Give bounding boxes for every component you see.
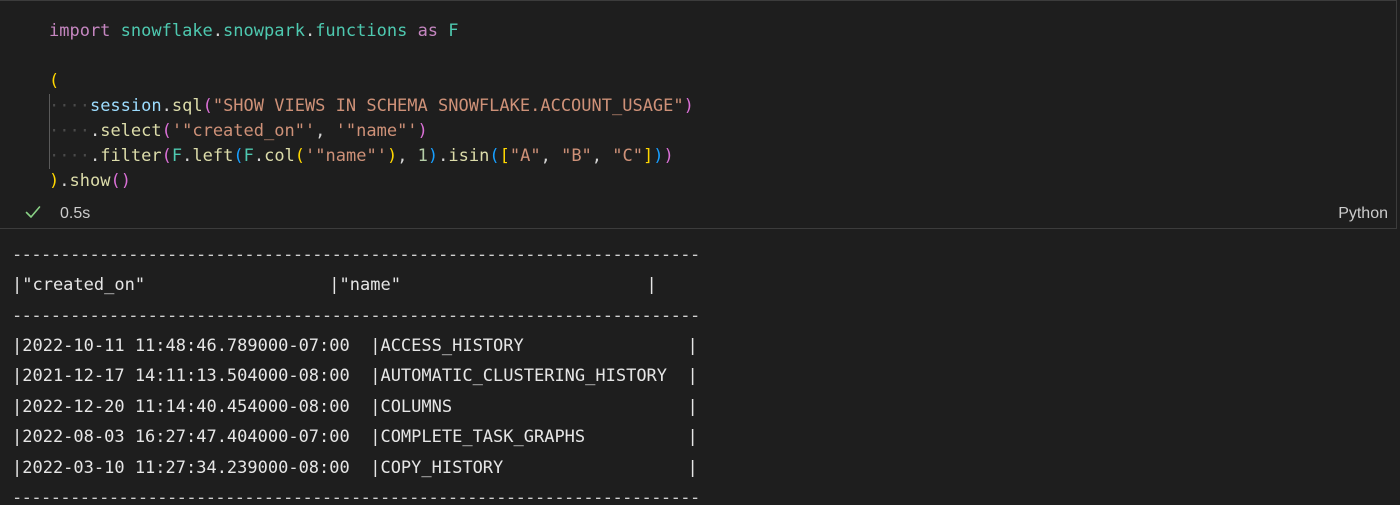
code-token: sql xyxy=(171,96,203,116)
code-token: . xyxy=(212,21,224,41)
code-token: . xyxy=(182,146,193,166)
code-token: "SHOW VIEWS IN SCHEMA SNOWFLAKE.ACCOUNT_… xyxy=(212,96,684,116)
table-separator-bottom: ----------------------------------------… xyxy=(12,488,700,505)
cell-status-bar: 0.5s Python xyxy=(0,201,1396,227)
code-token: ( xyxy=(202,96,213,116)
code-token: ( xyxy=(233,146,244,166)
code-editor[interactable]: import snowflake.snowpark.functions as F… xyxy=(49,19,694,194)
code-token: . xyxy=(59,171,70,191)
code-token: . xyxy=(89,146,101,166)
code-token: isin xyxy=(448,146,490,166)
code-token: , xyxy=(591,146,613,166)
code-token: ( xyxy=(49,71,60,91)
check-icon xyxy=(24,203,42,221)
code-token: select xyxy=(100,121,162,141)
code-token: '"name"' xyxy=(335,121,418,141)
code-token: session xyxy=(89,96,162,116)
code-token: "B" xyxy=(561,146,592,166)
notebook-code-cell[interactable]: import snowflake.snowpark.functions as F… xyxy=(0,0,1397,229)
code-token: ) xyxy=(427,146,439,166)
code-token: F xyxy=(171,146,183,166)
code-token: F xyxy=(448,21,459,41)
code-token: show xyxy=(69,171,111,191)
code-token: ) xyxy=(417,121,428,141)
whitespace-marker: ···· xyxy=(49,146,90,166)
code-token: functions xyxy=(315,21,408,41)
code-token: snowflake xyxy=(120,21,213,41)
code-token: as xyxy=(417,21,439,41)
code-token: "C" xyxy=(612,146,643,166)
code-token: . xyxy=(253,146,265,166)
code-token: '"name"' xyxy=(305,146,387,166)
code-token: '"created_on"' xyxy=(171,121,316,141)
code-line: ····.select('"created_on"', '"name"') xyxy=(49,119,694,144)
code-token: filter xyxy=(100,146,162,166)
code-token: ) xyxy=(683,96,694,116)
code-token: , xyxy=(315,121,336,141)
table-row: |2022-03-10 11:27:34.239000-08:00 |COPY_… xyxy=(12,458,698,478)
code-token: ( xyxy=(489,146,500,166)
code-token: snowpark xyxy=(223,21,305,41)
whitespace-marker: ···· xyxy=(49,121,90,141)
code-token: , xyxy=(397,146,418,166)
code-token: ] xyxy=(643,146,654,166)
code-token: ) xyxy=(653,146,664,166)
code-token: 1 xyxy=(417,146,428,166)
code-token: ) xyxy=(120,171,131,191)
code-token: . xyxy=(89,121,101,141)
code-token: ) xyxy=(663,146,674,166)
code-token: ) xyxy=(386,146,398,166)
whitespace-marker: ···· xyxy=(49,96,90,116)
code-token: "A" xyxy=(509,146,541,166)
execution-duration: 0.5s xyxy=(60,205,91,222)
code-line: import snowflake.snowpark.functions as F xyxy=(49,19,694,44)
code-token: ( xyxy=(294,146,306,166)
code-token: . xyxy=(438,146,449,166)
code-token: ( xyxy=(161,121,172,141)
table-row: |2021-12-17 14:11:13.504000-08:00 |AUTOM… xyxy=(12,366,698,386)
table-header: |"created_on" |"name" | xyxy=(12,275,657,295)
code-line: ( xyxy=(49,69,694,94)
code-line: ····session.sql("SHOW VIEWS IN SCHEMA SN… xyxy=(49,94,694,119)
code-token: import xyxy=(49,21,111,41)
cell-language-picker[interactable]: Python xyxy=(1338,205,1388,223)
table-row: |2022-08-03 16:27:47.404000-07:00 |COMPL… xyxy=(12,427,698,447)
table-separator-header: ----------------------------------------… xyxy=(12,306,700,326)
table-separator-top: ----------------------------------------… xyxy=(12,245,700,265)
code-token: , xyxy=(540,146,562,166)
code-line: ····.filter(F.left(F.col('"name"'), 1).i… xyxy=(49,144,694,169)
table-row: |2022-10-11 11:48:46.789000-07:00 |ACCES… xyxy=(12,336,698,356)
code-token: ) xyxy=(49,171,60,191)
code-token: [ xyxy=(499,146,510,166)
code-token: . xyxy=(161,96,172,116)
code-token: . xyxy=(304,21,316,41)
code-token: col xyxy=(264,146,295,166)
code-token: F xyxy=(243,146,254,166)
code-token: left xyxy=(192,146,234,166)
code-line: ).show() xyxy=(49,169,694,194)
code-token: ( xyxy=(110,171,121,191)
code-token: ( xyxy=(161,146,172,166)
table-row: |2022-12-20 11:14:40.454000-08:00 |COLUM… xyxy=(12,397,698,417)
